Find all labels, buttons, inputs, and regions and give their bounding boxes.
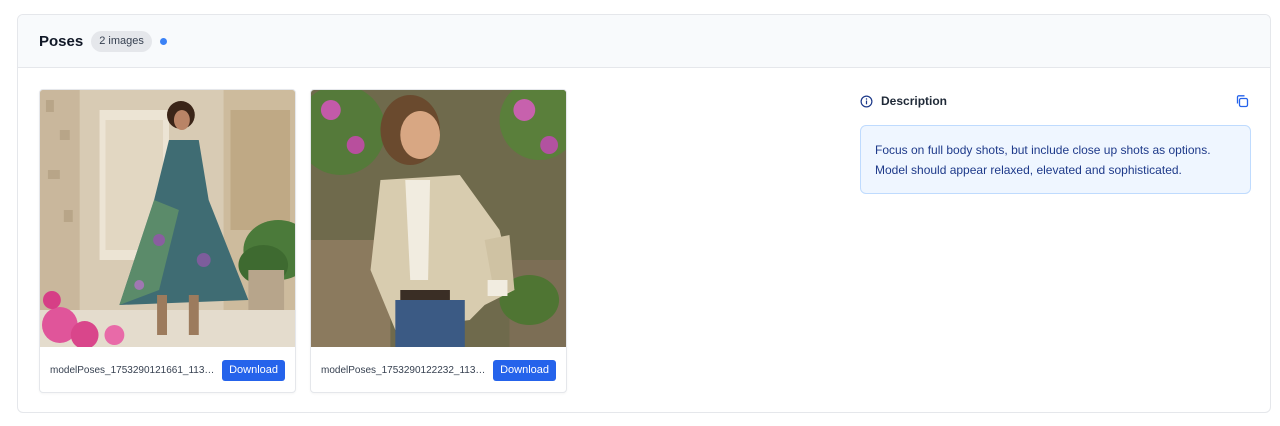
- image-card: modelPoses_1753290121661_1139... Downloa…: [39, 89, 296, 393]
- file-name: modelPoses_1753290121661_1139...: [50, 364, 218, 376]
- info-icon: [860, 95, 873, 107]
- file-name: modelPoses_1753290122232_1137...: [321, 364, 489, 376]
- card-footer: modelPoses_1753290122232_1137... Downloa…: [311, 347, 566, 392]
- description-text: Focus on full body shots, but include cl…: [860, 125, 1251, 194]
- copy-button[interactable]: [1233, 92, 1251, 110]
- description-title-wrap: Description: [860, 94, 947, 108]
- description-header: Description: [860, 89, 1251, 113]
- panel-body: modelPoses_1753290121661_1139... Downloa…: [18, 68, 1270, 412]
- description-section: Description Focus on full body shots, bu…: [860, 89, 1251, 194]
- poses-panel: Poses 2 images modelPoses_1753290121661_…: [17, 14, 1271, 413]
- copy-icon: [1236, 95, 1249, 108]
- image-count-badge: 2 images: [91, 30, 152, 52]
- section-title: Poses: [39, 32, 84, 50]
- description-title: Description: [881, 94, 948, 108]
- download-button[interactable]: Download: [222, 359, 285, 381]
- pose-image-lace-jacket[interactable]: [311, 90, 566, 347]
- download-button[interactable]: Download: [493, 359, 556, 381]
- image-card: modelPoses_1753290122232_1137... Downloa…: [310, 89, 567, 393]
- card-footer: modelPoses_1753290121661_1139... Downloa…: [40, 347, 295, 392]
- panel-header: Poses 2 images: [18, 15, 1270, 68]
- pose-image-floral-dress[interactable]: [40, 90, 295, 347]
- status-dot: [159, 37, 167, 45]
